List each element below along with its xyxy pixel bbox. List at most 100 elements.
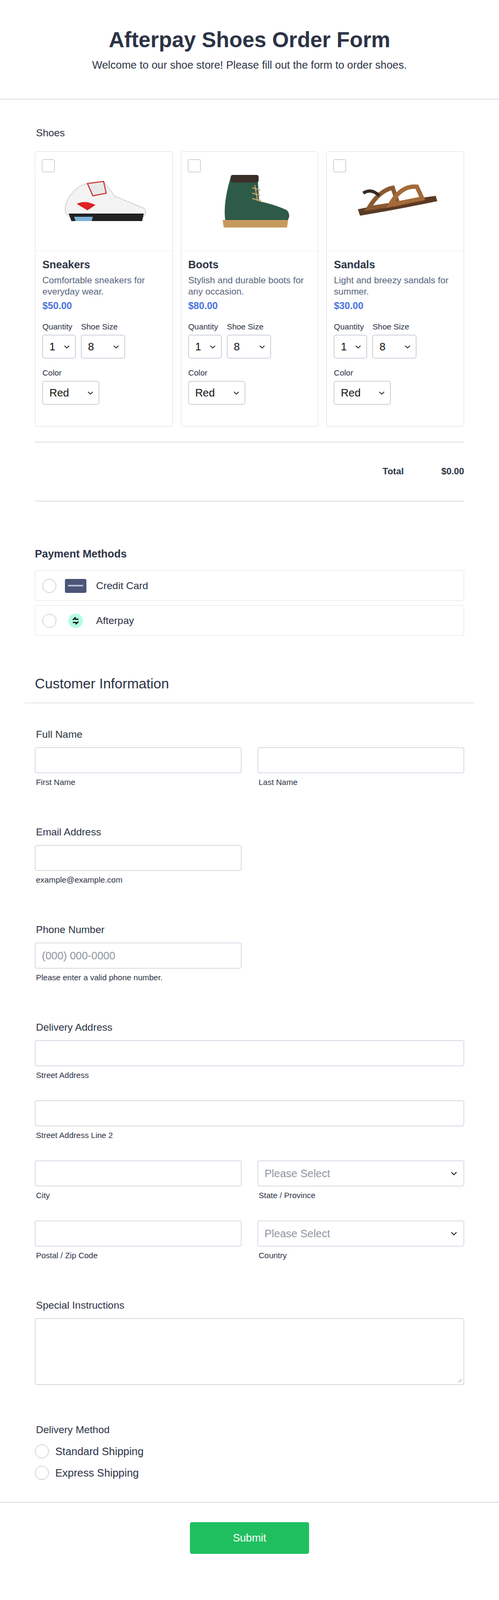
quantity-label: Quantity: [333, 321, 368, 332]
customer-section: Customer InformationFull NameFirst NameL…: [34, 674, 465, 1484]
color-value: Red: [49, 386, 70, 400]
total-value: $0.00: [441, 466, 465, 478]
phone-input[interactable]: (000) 000-0000: [34, 942, 242, 969]
zip-input[interactable]: [34, 1220, 242, 1247]
phone-field: Phone Number(000) 000-0000Please enter a…: [34, 923, 465, 983]
product-image: [181, 151, 319, 252]
size-field: Shoe Size8: [81, 321, 126, 359]
product-details: SneakersComfortable sneakers for everyda…: [35, 251, 173, 413]
quantity-select[interactable]: 1: [333, 334, 368, 359]
chevron-down-icon: [209, 345, 216, 349]
size-select[interactable]: 8: [372, 334, 417, 359]
form-title: Afterpay Shoes Order Form: [10, 26, 489, 53]
product-price: $50.00: [42, 299, 166, 313]
name-row: First NameLast Name: [34, 747, 465, 788]
email-input[interactable]: [34, 845, 242, 871]
quantity-value: 1: [195, 340, 202, 354]
quantity-field: Quantity 1: [188, 321, 222, 359]
email-field: Email Addressexample@example.com: [34, 825, 465, 885]
color-value: Red: [195, 386, 216, 400]
instructions-label: Special Instructions: [35, 1299, 465, 1312]
product-name: Sneakers: [42, 257, 166, 272]
size-select[interactable]: 8: [226, 334, 271, 359]
street2-row: Street Address Line 2: [34, 1100, 465, 1141]
product-image: [35, 151, 173, 252]
delivery-label: Delivery Method: [35, 1423, 465, 1437]
afterpay-icon: [64, 612, 87, 629]
product-details: Sandals Light and breezy sandals for summ…: [326, 251, 464, 413]
payment-option[interactable]: Afterpay: [34, 605, 465, 636]
full-name-field: Full NameFirst NameLast Name: [34, 728, 465, 788]
delivery-option[interactable]: Express Shipping: [34, 1462, 465, 1484]
last-name-input[interactable]: [257, 747, 465, 774]
product-price: $30.00: [333, 299, 457, 313]
street-input[interactable]: [34, 1040, 465, 1067]
product-card[interactable]: BootsStylish and durable boots for any o…: [180, 151, 319, 427]
state-placeholder: Please Select: [264, 1167, 330, 1180]
color-label: Color: [42, 368, 166, 378]
product-description: Light and breezy sandals for summer.: [333, 274, 457, 298]
product-card[interactable]: SneakersComfortable sneakers for everyda…: [34, 151, 173, 427]
state-select[interactable]: Please Select: [257, 1160, 465, 1187]
email-hint: example@example.com: [34, 875, 465, 885]
country-select[interactable]: Please Select: [257, 1220, 465, 1247]
size-select[interactable]: 8: [81, 334, 126, 359]
product-name: Boots: [188, 257, 312, 272]
color-select[interactable]: Red: [42, 380, 100, 405]
product-options: Quantity 1Shoe Size8: [42, 321, 166, 359]
products-section: ShoesSneakersComfortable sneakers for ev…: [34, 126, 465, 502]
sneaker-icon: [55, 169, 152, 234]
delivery-option-label: Express Shipping: [55, 1466, 139, 1480]
first-name-input[interactable]: [34, 747, 242, 774]
submit-button[interactable]: Submit: [189, 1522, 310, 1554]
quantity-field: Quantity 1: [42, 321, 76, 359]
resize-grip-icon[interactable]: [456, 1377, 462, 1383]
payment-radio[interactable]: [42, 578, 57, 593]
chevron-down-icon: [404, 345, 411, 349]
city-input[interactable]: [34, 1160, 242, 1187]
delivery-radio[interactable]: [34, 1465, 49, 1480]
street-sublabel: Street Address: [34, 1070, 465, 1081]
address-label: Delivery Address: [35, 1021, 465, 1034]
product-card[interactable]: Sandals Light and breezy sandals for summ…: [326, 151, 465, 427]
form-footer: Submit: [0, 1501, 499, 1583]
product-name: Sandals: [333, 257, 457, 272]
size-value: 8: [87, 340, 94, 354]
product-checkbox[interactable]: [187, 159, 201, 173]
street-row: Street Address: [34, 1040, 465, 1081]
color-label: Color: [333, 368, 457, 378]
product-checkbox[interactable]: [333, 159, 347, 173]
product-image: [326, 151, 464, 252]
product-checkbox[interactable]: [41, 159, 55, 173]
delivery-radio[interactable]: [34, 1444, 49, 1459]
street2-input[interactable]: [34, 1100, 465, 1127]
delivery-field: Delivery Method Standard Shipping Express …: [34, 1423, 465, 1484]
product-options: Quantity1Shoe Size8: [333, 321, 457, 359]
instructions-textarea[interactable]: [34, 1318, 465, 1385]
zip-sublabel: Postal / Zip Code: [34, 1250, 242, 1261]
chevron-down-icon: [355, 345, 362, 349]
city-col: City: [34, 1160, 242, 1201]
quantity-select[interactable]: 1: [42, 334, 76, 359]
color-select[interactable]: Red: [333, 380, 391, 405]
chevron-down-icon: [87, 391, 94, 395]
sandal-icon: [347, 169, 444, 234]
payment-section: Payment MethodsCredit CardAfterpay: [34, 546, 465, 636]
payment-radio[interactable]: [42, 613, 57, 628]
quantity-label: Quantity: [188, 321, 222, 332]
quantity-label: Quantity: [42, 321, 76, 332]
color-select[interactable]: Red: [188, 380, 246, 405]
zip-country-row: Postal / Zip Code Please SelectCountry: [34, 1220, 465, 1261]
phone-placeholder: (000) 000-0000: [41, 949, 116, 963]
payment-label: Credit Card: [96, 580, 149, 592]
quantity-select[interactable]: 1: [188, 334, 222, 359]
product-details: BootsStylish and durable boots for any o…: [181, 251, 319, 413]
delivery-option[interactable]: Standard Shipping: [34, 1440, 465, 1463]
country-col: Please SelectCountry: [257, 1220, 465, 1261]
size-value: 8: [379, 340, 386, 354]
color-value: Red: [340, 386, 361, 400]
credit-card-icon: [64, 577, 87, 594]
chevron-down-icon: [113, 345, 120, 349]
form-header: Afterpay Shoes Order FormWelcome to our …: [0, 0, 499, 100]
payment-option[interactable]: Credit Card: [34, 570, 465, 601]
